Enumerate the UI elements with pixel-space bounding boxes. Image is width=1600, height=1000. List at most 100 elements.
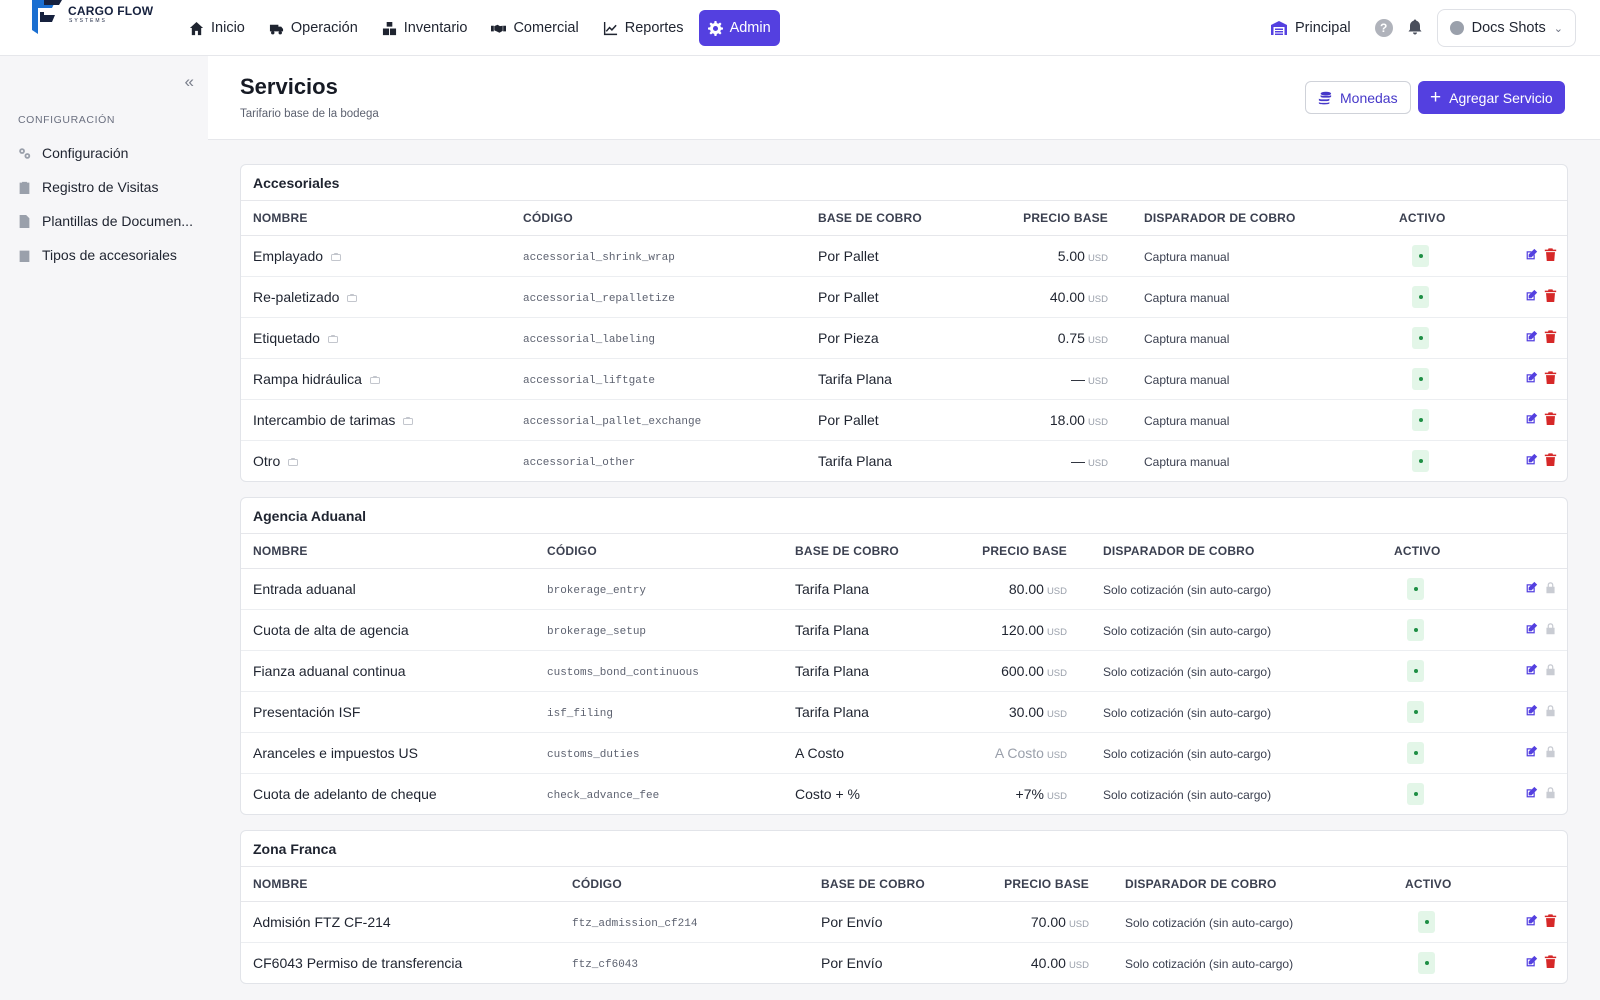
- delete-icon[interactable]: [1544, 914, 1557, 930]
- table-row[interactable]: Admisión FTZ CF-214 ftz_admission_cf214 Po…: [241, 901, 1567, 943]
- billing-base: Por Envío: [821, 954, 883, 971]
- sidebar-item-configuracion[interactable]: Configuración: [18, 136, 196, 170]
- active-status-badge[interactable]: [1407, 577, 1424, 600]
- table-row[interactable]: Cuota de alta de agencia brokerage_setup T…: [241, 609, 1567, 651]
- table-row[interactable]: Emplayado accessorial_shrink_wrap Por Pall…: [241, 235, 1567, 277]
- edit-icon[interactable]: [1525, 704, 1538, 720]
- delete-icon[interactable]: [1544, 289, 1557, 305]
- delete-icon[interactable]: [1544, 330, 1557, 346]
- edit-icon[interactable]: [1525, 289, 1538, 305]
- nav-inventario[interactable]: Inventario: [373, 10, 477, 46]
- edit-icon[interactable]: [1525, 955, 1538, 971]
- nav-operacion[interactable]: Operación: [260, 10, 367, 46]
- brand-logo[interactable]: CARGO FLOW SYSTEMS: [28, 0, 153, 34]
- col-code-header[interactable]: CÓDIGO: [560, 867, 809, 902]
- active-status-badge[interactable]: [1407, 741, 1424, 764]
- table-row[interactable]: CF6043 Permiso de transferencia ftz_cf604…: [241, 942, 1567, 983]
- edit-icon[interactable]: [1525, 371, 1538, 387]
- row-actions: [1482, 358, 1567, 400]
- col-name-header[interactable]: NOMBRE: [241, 867, 560, 902]
- table-row[interactable]: Fianza aduanal continua customs_bond_cont…: [241, 650, 1567, 692]
- section-title: Zona Franca: [241, 831, 1567, 867]
- col-trigger-header[interactable]: DISPARADOR DE COBRO: [1113, 867, 1393, 902]
- col-billing-base-header[interactable]: BASE DE COBRO: [809, 867, 989, 902]
- edit-icon[interactable]: [1525, 581, 1538, 597]
- active-status-badge[interactable]: [1412, 244, 1429, 267]
- table-row[interactable]: Intercambio de tarimas accessorial_pallet…: [241, 399, 1567, 441]
- table-row[interactable]: Entrada aduanal brokerage_entry Tarifa Pla…: [241, 568, 1567, 610]
- delete-icon[interactable]: [1544, 248, 1557, 264]
- col-active-header[interactable]: ACTIVO: [1387, 201, 1482, 236]
- sidebar-item-plantillas[interactable]: Plantillas de Documen...: [18, 204, 196, 238]
- active-status-badge[interactable]: [1418, 951, 1435, 974]
- edit-icon[interactable]: [1525, 663, 1538, 679]
- base-price: 600.00: [1001, 662, 1044, 679]
- active-status-badge[interactable]: [1412, 285, 1429, 308]
- table-row[interactable]: Aranceles e impuestos US customs_duties A …: [241, 732, 1567, 774]
- active-status-badge[interactable]: [1407, 782, 1424, 805]
- edit-icon[interactable]: [1525, 914, 1538, 930]
- billing-trigger: Solo cotización (sin auto-cargo): [1103, 582, 1272, 597]
- active-status-badge[interactable]: [1412, 449, 1429, 472]
- branch-selector[interactable]: Principal: [1261, 10, 1361, 46]
- table-row[interactable]: Cuota de adelanto de cheque check_advance…: [241, 773, 1567, 814]
- edit-icon[interactable]: [1525, 248, 1538, 264]
- active-status-badge[interactable]: [1407, 700, 1424, 723]
- plus-icon: +: [1430, 87, 1442, 108]
- base-price: 120.00: [1001, 621, 1044, 638]
- edit-icon[interactable]: [1525, 412, 1538, 428]
- col-active-header[interactable]: ACTIVO: [1382, 534, 1477, 569]
- avatar: [1449, 21, 1464, 35]
- help-icon[interactable]: ?: [1374, 19, 1393, 37]
- delete-icon[interactable]: [1544, 412, 1557, 428]
- active-status-badge[interactable]: [1407, 659, 1424, 682]
- delete-icon[interactable]: [1544, 955, 1557, 971]
- col-billing-base-header[interactable]: BASE DE COBRO: [783, 534, 973, 569]
- nav-reportes[interactable]: Reportes: [594, 10, 693, 46]
- table-row[interactable]: Rampa hidráulica accessorial_liftgate Tari…: [241, 358, 1567, 400]
- row-actions: [1488, 942, 1567, 983]
- nav-inicio[interactable]: Inicio: [180, 10, 254, 46]
- table-row[interactable]: Otro accessorial_other Tarifa Plana — USD Cap…: [241, 440, 1567, 481]
- sidebar-item-tipos-accesoriales[interactable]: Tipos de accesoriales: [18, 238, 196, 272]
- sidebar-item-registro-visitas[interactable]: Registro de Visitas: [18, 170, 196, 204]
- col-code-header[interactable]: CÓDIGO: [511, 201, 806, 236]
- col-base-price-header[interactable]: PRECIO BASE: [989, 867, 1113, 902]
- currencies-button[interactable]: Monedas: [1305, 81, 1411, 114]
- delete-icon[interactable]: [1544, 371, 1557, 387]
- active-status-badge[interactable]: [1412, 367, 1429, 390]
- notifications-button[interactable]: [1407, 19, 1423, 38]
- col-trigger-header[interactable]: DISPARADOR DE COBRO: [1132, 201, 1387, 236]
- table-row[interactable]: Etiquetado accessorial_labeling Por Pieza 0…: [241, 317, 1567, 359]
- billing-trigger-cell: Solo cotización (sin auto-cargo): [1091, 732, 1382, 774]
- user-menu[interactable]: Docs Shots ⌄: [1436, 9, 1576, 47]
- active-status-badge[interactable]: [1412, 326, 1429, 349]
- col-code-header[interactable]: CÓDIGO: [535, 534, 783, 569]
- col-trigger-header[interactable]: DISPARADOR DE COBRO: [1091, 534, 1382, 569]
- active-cell: [1387, 358, 1482, 400]
- col-name-header[interactable]: NOMBRE: [241, 534, 535, 569]
- edit-icon[interactable]: [1525, 745, 1538, 761]
- table-row[interactable]: Presentación ISF isf_filing Tarifa Plana 30…: [241, 691, 1567, 733]
- active-status-badge[interactable]: [1412, 408, 1429, 431]
- base-price-cell: — USD: [1006, 358, 1132, 400]
- edit-icon[interactable]: [1525, 330, 1538, 346]
- add-service-button[interactable]: + Agregar Servicio: [1418, 81, 1565, 114]
- col-base-price-header[interactable]: PRECIO BASE: [973, 534, 1091, 569]
- col-active-header[interactable]: ACTIVO: [1393, 867, 1488, 902]
- edit-icon[interactable]: [1525, 453, 1538, 469]
- service-name-cell: Etiquetado: [241, 317, 511, 359]
- col-billing-base-header[interactable]: BASE DE COBRO: [806, 201, 1006, 236]
- table-row[interactable]: Re-paletizado accessorial_repalletize Por …: [241, 276, 1567, 318]
- col-name-header[interactable]: NOMBRE: [241, 201, 511, 236]
- chart-line-icon: [603, 21, 617, 35]
- edit-icon[interactable]: [1525, 786, 1538, 802]
- active-status-badge[interactable]: [1418, 910, 1435, 933]
- delete-icon[interactable]: [1544, 453, 1557, 469]
- col-base-price-header[interactable]: PRECIO BASE: [1006, 201, 1132, 236]
- collapse-sidebar-icon[interactable]: «: [185, 72, 194, 92]
- edit-icon[interactable]: [1525, 622, 1538, 638]
- nav-comercial[interactable]: Comercial: [482, 10, 587, 46]
- nav-admin[interactable]: Admin: [698, 10, 780, 46]
- active-status-badge[interactable]: [1407, 618, 1424, 641]
